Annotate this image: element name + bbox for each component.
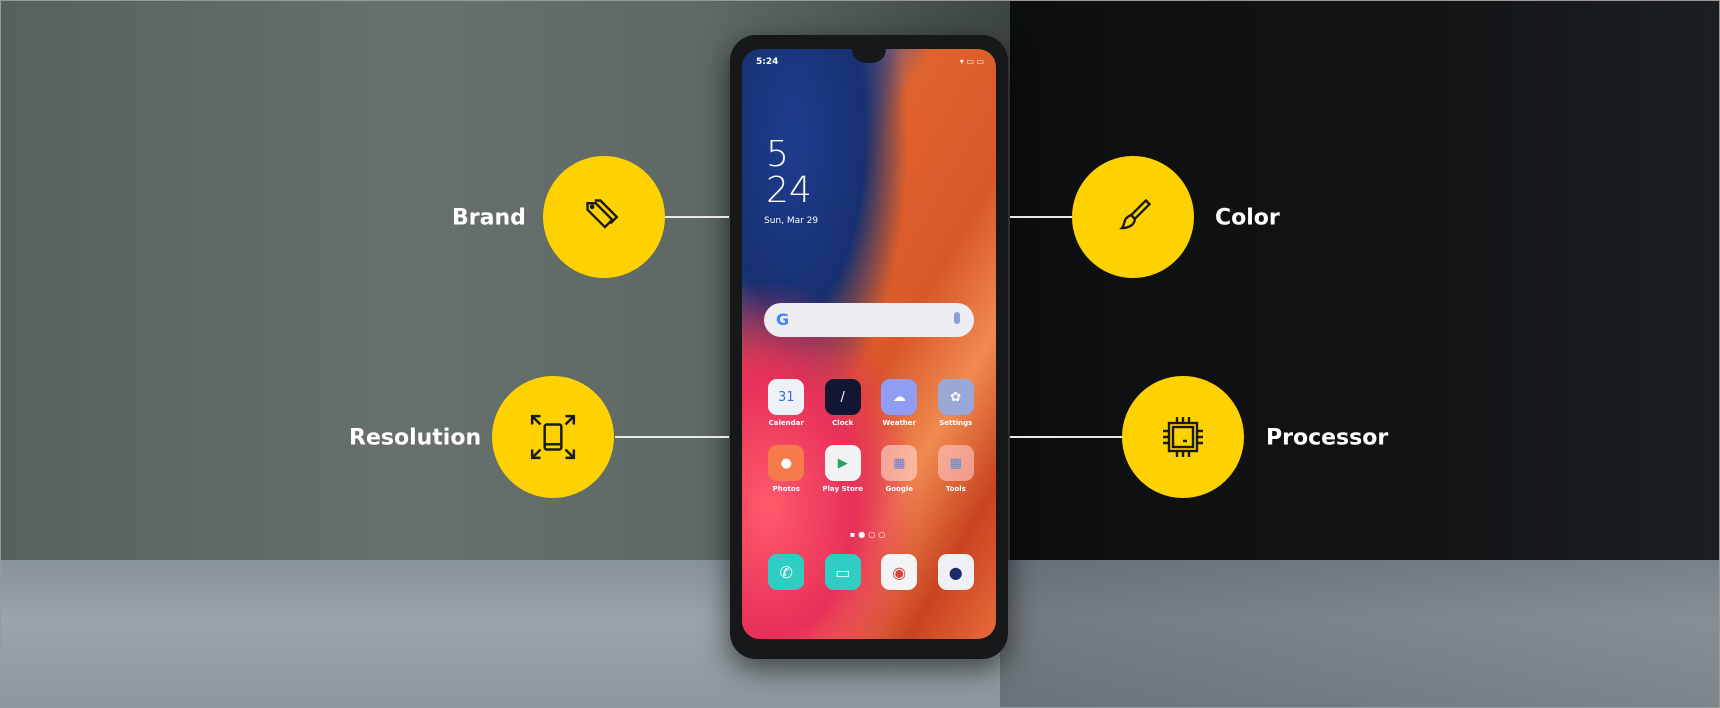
resolution-badge xyxy=(492,376,614,498)
background-dark xyxy=(1010,0,1720,565)
processor-badge xyxy=(1122,376,1244,498)
app-label: Calendar xyxy=(768,419,804,427)
app-google-folder[interactable]: ▦ Google xyxy=(871,445,928,493)
brand-badge xyxy=(543,156,665,278)
camera-notch xyxy=(852,49,886,63)
brand-connector-line xyxy=(665,216,729,218)
calendar-icon: 31 xyxy=(768,379,805,415)
app-tools-folder[interactable]: ▦ Tools xyxy=(928,445,985,493)
processor-connector-line xyxy=(1010,436,1124,438)
smartphone: 5:24 ▾ ▭ ▭ 5 24 Sun, Mar 29 G 31 Calendar… xyxy=(730,35,1008,659)
cpu-chip-icon xyxy=(1163,417,1203,457)
play-store-icon: ▶ xyxy=(824,445,861,481)
table-shadow xyxy=(1000,560,1720,708)
settings-icon: ✿ xyxy=(937,379,974,415)
app-label: Photos xyxy=(772,485,800,493)
chrome-app-icon[interactable]: ◉ xyxy=(881,554,918,590)
app-calendar[interactable]: 31 Calendar xyxy=(758,379,815,427)
phone-screen: 5:24 ▾ ▭ ▭ 5 24 Sun, Mar 29 G 31 Calendar… xyxy=(742,49,996,639)
app-label: Google xyxy=(885,485,914,493)
app-play-store[interactable]: ▶ Play Store xyxy=(815,445,872,493)
clock-icon: / xyxy=(824,379,861,415)
app-settings[interactable]: ✿ Settings xyxy=(928,379,985,427)
app-label: Weather xyxy=(882,419,916,427)
app-grid: 31 Calendar / Clock ☁ Weather ✿ Settings ● Ph… xyxy=(758,379,984,493)
phone-app-icon[interactable]: ✆ xyxy=(768,554,805,590)
status-time: 5:24 xyxy=(756,57,779,67)
resolution-connector-line xyxy=(615,436,729,438)
resolution-label: Resolution xyxy=(349,425,482,451)
screen-expand-icon xyxy=(530,414,576,460)
date: Sun, Mar 29 xyxy=(764,216,819,226)
clock-hour: 5 xyxy=(766,134,789,175)
page-indicator: ▪●○○ xyxy=(849,530,889,539)
paintbrush-icon xyxy=(1119,198,1152,230)
processor-label: Processor xyxy=(1266,425,1389,451)
app-label: Play Store xyxy=(822,485,863,493)
color-label: Color xyxy=(1215,205,1280,231)
weather-icon: ☁ xyxy=(881,379,918,415)
app-clock[interactable]: / Clock xyxy=(815,379,872,427)
app-photos[interactable]: ● Photos xyxy=(758,445,815,493)
color-badge xyxy=(1072,156,1194,278)
clock-minute: 24 xyxy=(766,170,812,211)
app-weather[interactable]: ☁ Weather xyxy=(871,379,928,427)
photos-icon: ● xyxy=(768,445,805,481)
camera-app-icon[interactable]: ● xyxy=(937,554,974,590)
price-tag-icon xyxy=(586,199,619,229)
app-label: Tools xyxy=(945,485,966,493)
brand-label: Brand xyxy=(452,205,526,231)
dock: ✆ ▭ ◉ ● xyxy=(758,554,984,590)
google-icon: G xyxy=(776,310,790,329)
status-icons: ▾ ▭ ▭ xyxy=(959,57,984,66)
google-folder-icon: ▦ xyxy=(881,445,918,481)
google-search-bar[interactable]: G xyxy=(764,303,974,337)
mic-icon[interactable] xyxy=(954,312,960,324)
messages-app-icon[interactable]: ▭ xyxy=(824,554,861,590)
app-label: Clock xyxy=(832,419,854,427)
tools-folder-icon: ▦ xyxy=(937,445,974,481)
app-label: Settings xyxy=(939,419,973,427)
color-connector-line xyxy=(1010,216,1072,218)
